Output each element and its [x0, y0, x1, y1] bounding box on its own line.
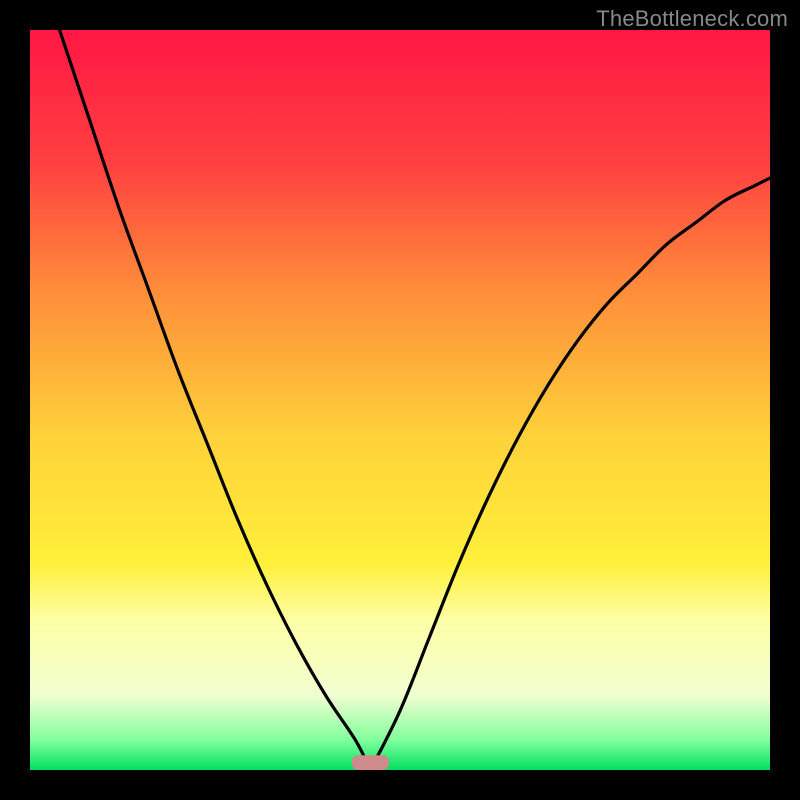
plot-background [30, 30, 770, 770]
watermark-text: TheBottleneck.com [596, 6, 788, 32]
chart-svg [0, 0, 800, 800]
minimum-marker [352, 755, 389, 770]
chart-stage: TheBottleneck.com [0, 0, 800, 800]
